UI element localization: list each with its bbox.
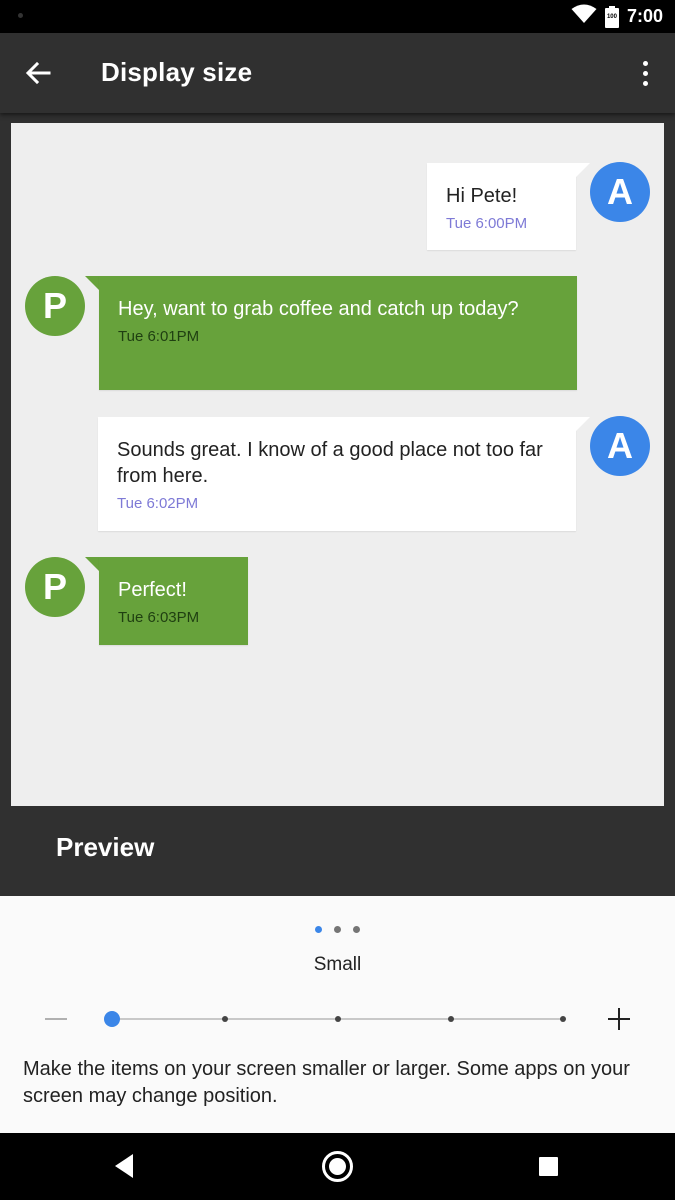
- plus-icon[interactable]: [603, 1004, 635, 1034]
- message-bubble: Hi Pete! Tue 6:00PM: [427, 163, 576, 250]
- message-time: Tue 6:00PM: [446, 215, 528, 232]
- bubble-tail: [576, 163, 590, 177]
- message-bubble: Perfect! Tue 6:03PM: [99, 557, 248, 645]
- message-time: Tue 6:01PM: [118, 328, 200, 345]
- status-icons: 100 7:00: [571, 0, 663, 33]
- preview-band: Preview: [0, 806, 675, 896]
- arrow-back-icon: [25, 61, 51, 85]
- back-button[interactable]: [18, 53, 58, 93]
- slider-thumb[interactable]: [104, 1011, 120, 1027]
- help-text: Make the items on your screen smaller or…: [23, 1058, 630, 1107]
- preview-label: Preview: [56, 832, 155, 862]
- message-text: Sounds great. I know of a good place not…: [117, 439, 543, 487]
- wifi-icon: [571, 4, 597, 29]
- avatar: P: [25, 276, 85, 336]
- size-label: Small: [313, 954, 362, 975]
- slider-tick[interactable]: [560, 1016, 566, 1022]
- message-bubble: Sounds great. I know of a good place not…: [98, 417, 576, 531]
- nav-back-icon[interactable]: [113, 1153, 135, 1179]
- page-title: Display size: [101, 57, 253, 87]
- more-vert-icon[interactable]: [629, 53, 661, 93]
- slider-tick[interactable]: [335, 1016, 341, 1022]
- size-control-panel: Small Make the items on your screen smal…: [0, 896, 675, 1133]
- message-bubble: Hey, want to grab coffee and catch up to…: [99, 276, 577, 390]
- nav-home-icon[interactable]: [322, 1151, 353, 1182]
- navigation-bar: [0, 1133, 675, 1200]
- page-dot[interactable]: [315, 926, 322, 933]
- status-bar: 100 7:00: [0, 0, 675, 33]
- message-text: Hey, want to grab coffee and catch up to…: [118, 298, 519, 320]
- avatar: A: [590, 162, 650, 222]
- display-size-slider[interactable]: [104, 1006, 572, 1032]
- bubble-tail: [576, 417, 590, 431]
- page-dot[interactable]: [353, 926, 360, 933]
- battery-level: 100: [606, 13, 617, 20]
- clock: 7:00: [626, 6, 663, 26]
- battery-icon: 100: [604, 5, 619, 28]
- preview-area: Hi Pete! Tue 6:00PM A P Hey, want to gra…: [11, 123, 664, 806]
- slider-tick[interactable]: [448, 1016, 454, 1022]
- bubble-tail: [85, 276, 99, 290]
- avatar: A: [590, 416, 650, 476]
- app-bar: Display size: [0, 33, 675, 113]
- notification-dot: [18, 13, 23, 18]
- slider-tick[interactable]: [222, 1016, 228, 1022]
- bubble-tail: [85, 557, 99, 571]
- page-indicator: [0, 926, 675, 933]
- message-text: Hi Pete!: [446, 185, 518, 207]
- message-time: Tue 6:02PM: [117, 495, 199, 512]
- message-text: Perfect!: [118, 579, 187, 601]
- page-dot[interactable]: [334, 926, 341, 933]
- message-time: Tue 6:03PM: [118, 609, 200, 626]
- minus-icon[interactable]: [40, 1004, 72, 1034]
- avatar: P: [25, 557, 85, 617]
- nav-recents-icon[interactable]: [539, 1157, 558, 1176]
